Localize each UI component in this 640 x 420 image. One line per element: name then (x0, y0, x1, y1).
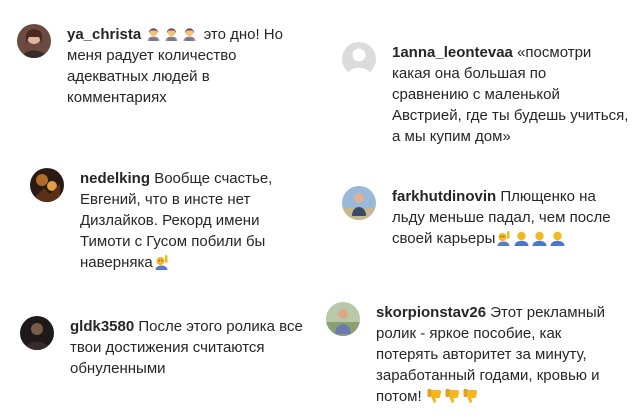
comment-text: nedelking Вообще счастье, Евгений, что в… (80, 168, 320, 273)
comment-text: ya_christa это дно! Но меня радует колич… (67, 24, 317, 108)
user-photo-icon (326, 302, 360, 336)
avatar[interactable] (30, 168, 64, 202)
emoji-group (495, 230, 567, 247)
comment-text: farkhutdinovin Плющенко на льду меньше п… (392, 186, 634, 249)
thumbs-down-emoji (427, 389, 441, 403)
comment-username[interactable]: ya_christa (67, 26, 141, 43)
comment-body: Вообще счастье, (154, 170, 273, 187)
comment-body-line: Австрией, где ты будешь учиться, (392, 107, 629, 124)
comment-body-line: сравнению с маленькой (392, 86, 560, 103)
comment-body-line: своей карьеры (392, 230, 496, 247)
comment: nedelking Вообще счастье, Евгений, что в… (30, 168, 320, 271)
comment-body-line: ролик - яркое пособие, как (376, 325, 562, 342)
comment-text: gldk3580 После этого ролика все твои дос… (70, 316, 320, 379)
comment-body-line: адекватных людей в (67, 68, 210, 85)
comment-body-line: потерять авторитет за минуту, (376, 346, 587, 363)
comment-body-line: Евгений, что в инсте нет (80, 191, 251, 208)
comment-body-line: потом! (376, 388, 422, 405)
comment-body-line: льду меньше падал, чем после (392, 209, 611, 226)
bust-silhouette-emoji (514, 231, 529, 246)
default-avatar-icon (342, 42, 376, 76)
comment-body-line: наверняка (80, 254, 153, 271)
user-photo-icon (20, 316, 54, 350)
comment-body-line: заработанный годами, кровью и (376, 367, 600, 384)
comment: gldk3580 После этого ролика все твои дос… (20, 316, 320, 386)
comment-username[interactable]: skorpionstav26 (376, 304, 486, 321)
comment-body-line: твои достижения считаются (70, 339, 265, 356)
woman-technologist-emoji (147, 28, 160, 41)
comment-body: «посмотри (517, 44, 592, 61)
comment-body-line: Дизлайков. Рекорд имени (80, 212, 260, 229)
comment-body: Этот рекламный (490, 304, 606, 321)
comment-body-line: обнуленными (70, 360, 166, 377)
person-raising-hand-emoji (497, 231, 510, 246)
comment: skorpionstav26 Этот рекламный ролик - яр… (326, 302, 634, 405)
user-photo-icon (342, 186, 376, 220)
avatar[interactable] (342, 42, 376, 76)
comment-text: 1anna_leontevaa «посмотри какая она боль… (392, 42, 634, 147)
emoji-group (426, 388, 480, 405)
comment: ya_christa это дно! Но меня радует колич… (17, 24, 317, 106)
comment-username[interactable]: gldk3580 (70, 318, 134, 335)
comment-body: это дно! Но (203, 26, 283, 43)
avatar[interactable] (20, 316, 54, 350)
avatar[interactable] (326, 302, 360, 336)
comment-body-line: комментариях (67, 89, 167, 106)
comment-username[interactable]: 1anna_leontevaa (392, 44, 513, 61)
person-raising-hand-emoji (155, 255, 168, 270)
comment: 1anna_leontevaa «посмотри какая она боль… (342, 42, 634, 145)
avatar[interactable] (17, 24, 51, 58)
thumbs-down-emoji (445, 389, 459, 403)
emoji-group (145, 26, 203, 43)
comment-body-line: Тимоти с Гусом побили бы (80, 233, 266, 250)
comment-body-line: какая она большая по (392, 65, 547, 82)
woman-technologist-emoji (183, 28, 196, 41)
comment: farkhutdinovin Плющенко на льду меньше п… (342, 186, 634, 256)
user-photo-icon (30, 168, 64, 202)
bust-silhouette-emoji (550, 231, 565, 246)
comment-body-line: а мы купим дом» (392, 128, 511, 145)
thumbs-down-emoji (463, 389, 477, 403)
comment-body-line: меня радует количество (67, 47, 237, 64)
comment-body: После этого ролика все (138, 318, 303, 335)
user-photo-icon (17, 24, 51, 58)
woman-technologist-emoji (165, 28, 178, 41)
avatar[interactable] (342, 186, 376, 220)
comment-username[interactable]: farkhutdinovin (392, 188, 496, 205)
comment-body: Плющенко на (500, 188, 596, 205)
comment-username[interactable]: nedelking (80, 170, 150, 187)
comment-text: skorpionstav26 Этот рекламный ролик - яр… (376, 302, 634, 407)
bust-silhouette-emoji (532, 231, 547, 246)
